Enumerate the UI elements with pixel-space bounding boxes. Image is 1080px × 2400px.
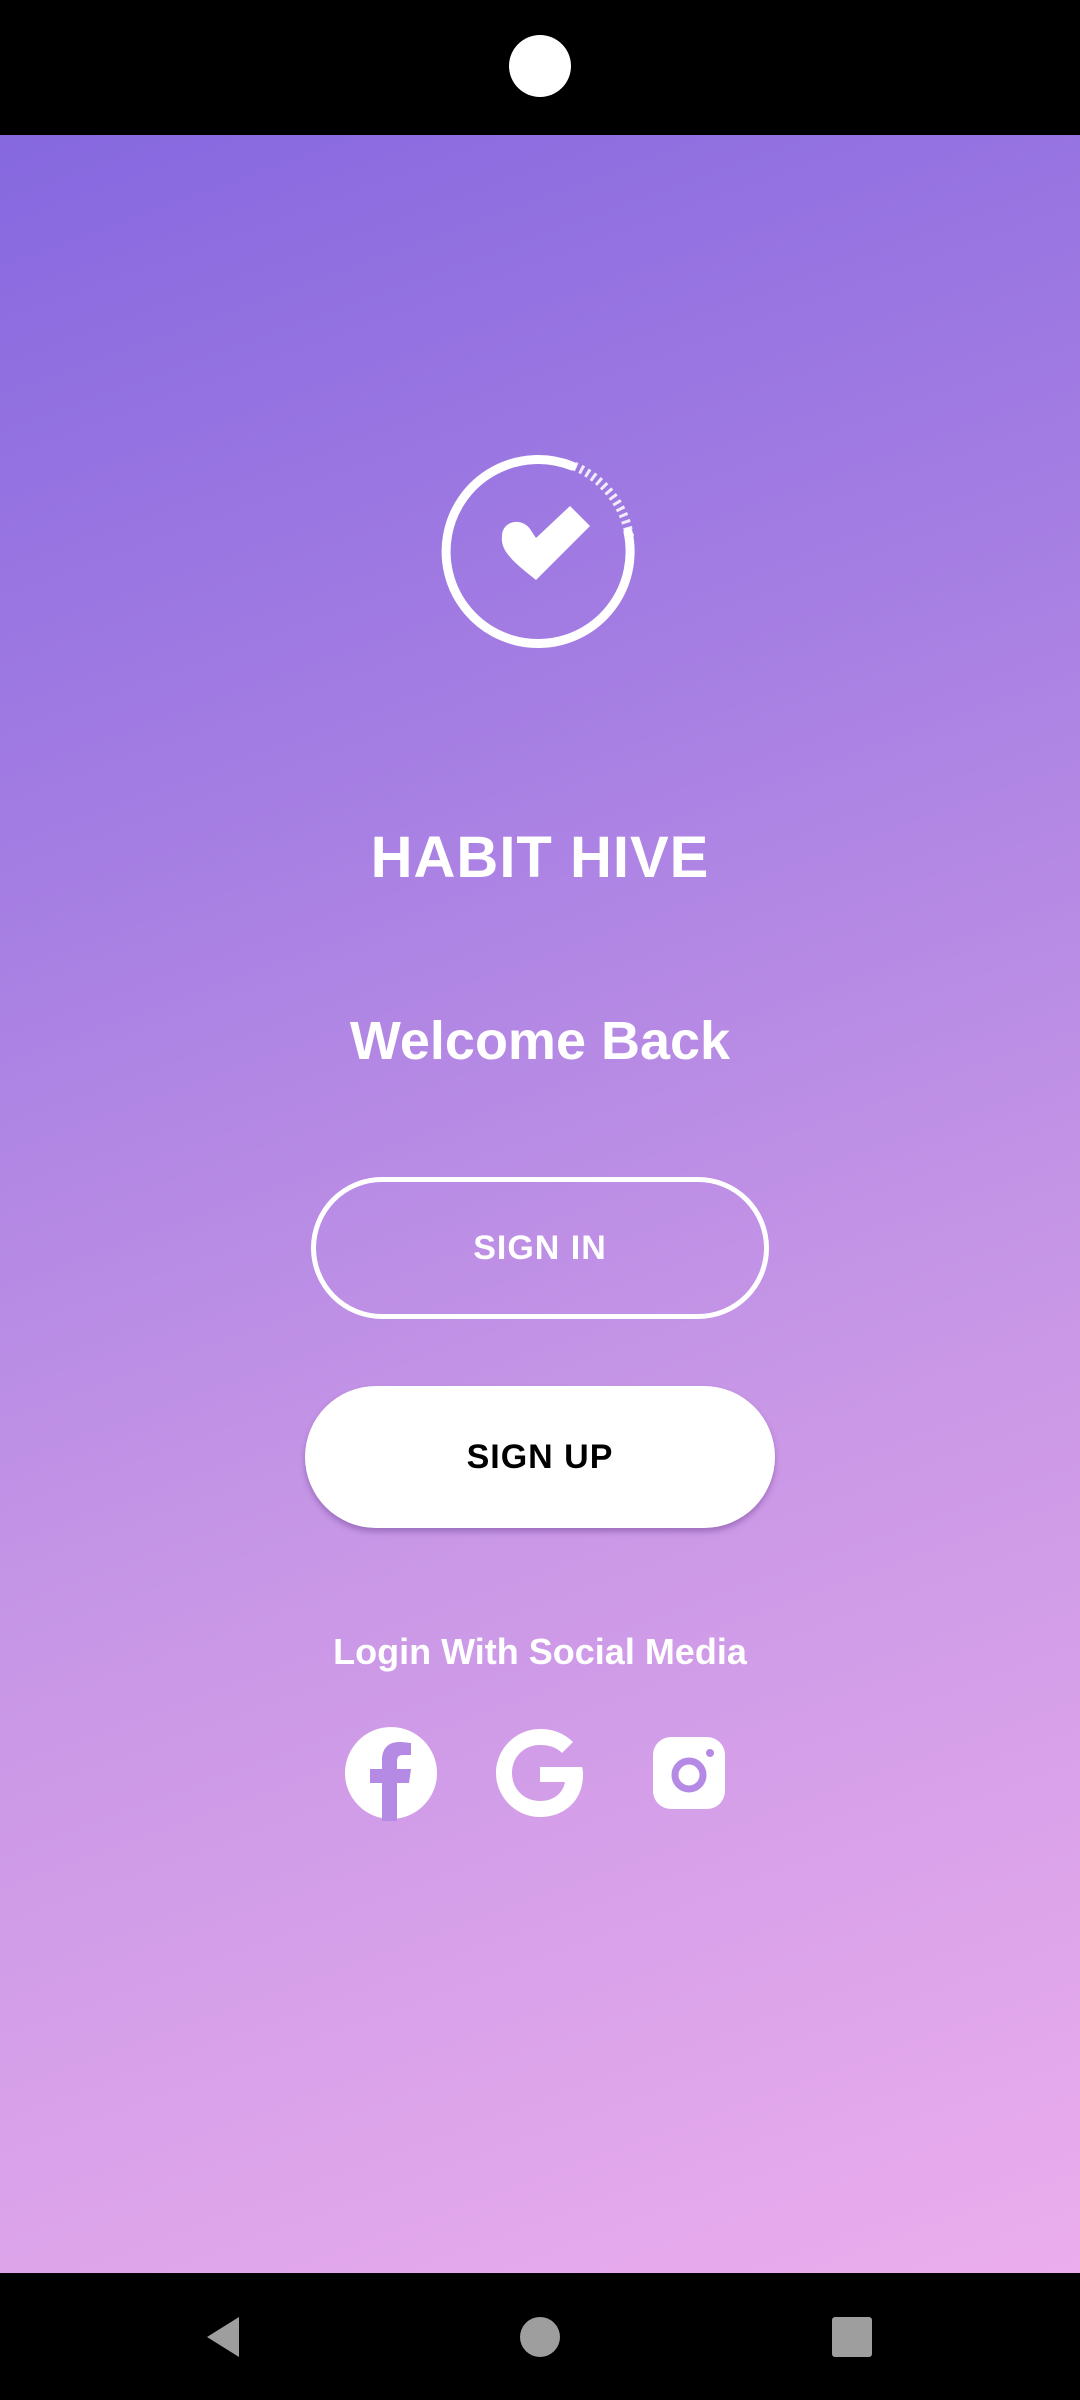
back-triangle-icon[interactable]: [193, 2305, 257, 2369]
facebook-icon[interactable]: [343, 1725, 439, 1821]
status-bar: [0, 0, 1080, 135]
instagram-icon[interactable]: [641, 1725, 737, 1821]
sign-up-button[interactable]: SIGN UP: [305, 1386, 775, 1528]
sign-in-button[interactable]: SIGN IN: [311, 1177, 769, 1319]
google-icon[interactable]: [492, 1725, 588, 1821]
device-frame: HABIT HIVE Welcome Back SIGN IN SIGN UP …: [0, 0, 1080, 2400]
sign-in-label: SIGN IN: [473, 1228, 607, 1267]
check-heart-circle-icon: [440, 452, 640, 652]
home-circle-icon[interactable]: [508, 2305, 572, 2369]
sign-up-label: SIGN UP: [466, 1437, 614, 1476]
app-title: HABIT HIVE: [370, 825, 710, 890]
social-login-label: Login With Social Media: [333, 1631, 747, 1672]
front-camera-cutout: [509, 35, 571, 97]
recents-square-icon[interactable]: [820, 2305, 884, 2369]
welcome-heading: Welcome Back: [349, 1011, 731, 1071]
